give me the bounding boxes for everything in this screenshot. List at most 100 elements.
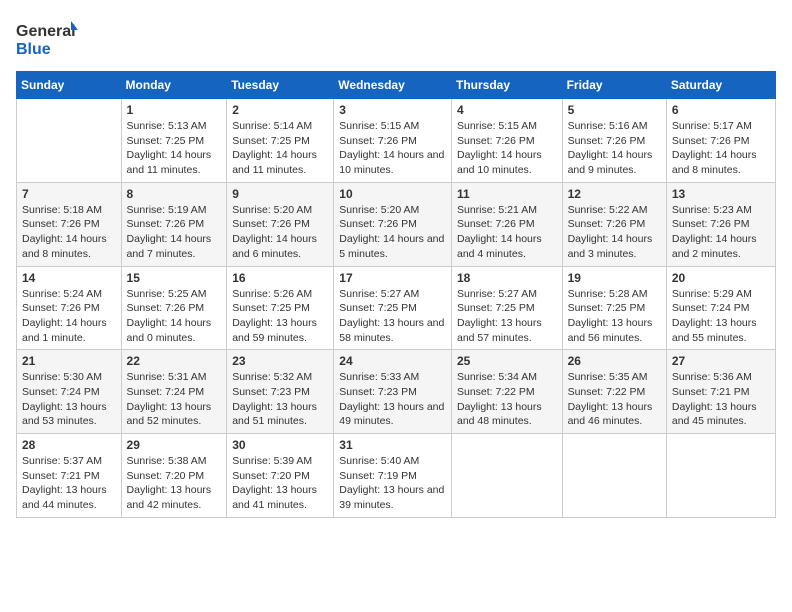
sunrise-label: Sunrise: 5:22 AM (568, 204, 648, 216)
weekday-header-wednesday: Wednesday (334, 72, 452, 99)
day-info: Sunrise: 5:31 AMSunset: 7:24 PMDaylight:… (127, 370, 222, 429)
day-number: 8 (127, 187, 222, 201)
daylight-label: Daylight: 13 hours and 42 minutes. (127, 484, 212, 511)
day-number: 4 (457, 103, 557, 117)
week-row-4: 21Sunrise: 5:30 AMSunset: 7:24 PMDayligh… (17, 350, 776, 434)
sunset-label: Sunset: 7:26 PM (457, 135, 535, 147)
daylight-label: Daylight: 13 hours and 49 minutes. (339, 401, 444, 428)
day-info: Sunrise: 5:15 AMSunset: 7:26 PMDaylight:… (457, 119, 557, 178)
day-cell: 21Sunrise: 5:30 AMSunset: 7:24 PMDayligh… (17, 350, 122, 434)
day-cell: 17Sunrise: 5:27 AMSunset: 7:25 PMDayligh… (334, 266, 452, 350)
day-number: 30 (232, 438, 328, 452)
day-number: 3 (339, 103, 446, 117)
daylight-label: Daylight: 14 hours and 10 minutes. (339, 149, 444, 176)
sunrise-label: Sunrise: 5:38 AM (127, 455, 207, 467)
sunset-label: Sunset: 7:26 PM (22, 218, 100, 230)
day-number: 28 (22, 438, 116, 452)
day-cell: 11 Sunrise: 5:21 AMSunset: 7:26 PMDayligh… (451, 182, 562, 266)
sunset-label: Sunset: 7:19 PM (339, 470, 417, 482)
sunset-label: Sunset: 7:20 PM (232, 470, 310, 482)
day-number: 31 (339, 438, 446, 452)
day-cell: 5Sunrise: 5:16 AMSunset: 7:26 PMDaylight… (562, 99, 666, 183)
day-cell (451, 434, 562, 518)
weekday-header-sunday: Sunday (17, 72, 122, 99)
sunset-label: Sunset: 7:25 PM (127, 135, 205, 147)
weekday-header-monday: Monday (121, 72, 227, 99)
daylight-label: Daylight: 14 hours and 5 minutes. (339, 233, 444, 260)
day-cell: 13Sunrise: 5:23 AMSunset: 7:26 PMDayligh… (666, 182, 775, 266)
sunset-label: Sunset: 7:26 PM (127, 302, 205, 314)
daylight-label: Daylight: 14 hours and 11 minutes. (127, 149, 212, 176)
day-info: Sunrise: 5:21 AMSunset: 7:26 PMDaylight:… (457, 203, 557, 262)
day-info: Sunrise: 5:22 AMSunset: 7:26 PMDaylight:… (568, 203, 661, 262)
sunset-label: Sunset: 7:21 PM (672, 386, 750, 398)
daylight-label: Daylight: 14 hours and 2 minutes. (672, 233, 757, 260)
daylight-label: Daylight: 13 hours and 59 minutes. (232, 317, 317, 344)
day-info: Sunrise: 5:30 AMSunset: 7:24 PMDaylight:… (22, 370, 116, 429)
sunrise-label: Sunrise: 5:21 AM (457, 204, 537, 216)
sunset-label: Sunset: 7:26 PM (568, 218, 646, 230)
day-info: Sunrise: 5:15 AM Sunset: 7:26 PM Daylight:… (339, 119, 446, 178)
daylight-label: Daylight: 14 hours and 1 minute. (22, 317, 107, 344)
day-cell: 30Sunrise: 5:39 AMSunset: 7:20 PMDayligh… (227, 434, 334, 518)
sunset-label: Sunset: 7:26 PM (339, 135, 417, 147)
page-header: GeneralBlue (16, 16, 776, 61)
sunset-label: Sunset: 7:25 PM (457, 302, 535, 314)
day-cell: 14Sunrise: 5:24 AMSunset: 7:26 PMDayligh… (17, 266, 122, 350)
day-number: 11 (457, 187, 557, 201)
day-cell: 15Sunrise: 5:25 AMSunset: 7:26 PMDayligh… (121, 266, 227, 350)
daylight-label: Daylight: 13 hours and 58 minutes. (339, 317, 444, 344)
day-info: Sunrise: 5:25 AMSunset: 7:26 PMDaylight:… (127, 287, 222, 346)
sunset-label: Sunset: 7:26 PM (568, 135, 646, 147)
week-row-5: 28Sunrise: 5:37 AMSunset: 7:21 PMDayligh… (17, 434, 776, 518)
day-cell: 9Sunrise: 5:20 AMSunset: 7:26 PMDaylight… (227, 182, 334, 266)
day-info: Sunrise: 5:35 AMSunset: 7:22 PMDaylight:… (568, 370, 661, 429)
sunset-label: Sunset: 7:24 PM (127, 386, 205, 398)
sunset-label: Sunset: 7:21 PM (22, 470, 100, 482)
day-number: 12 (568, 187, 661, 201)
sunset-label: Sunset: 7:26 PM (232, 218, 310, 230)
day-number: 18 (457, 271, 557, 285)
sunrise-label: Sunrise: 5:16 AM (568, 120, 648, 132)
sunrise-label: Sunrise: 5:26 AM (232, 288, 312, 300)
svg-text:Blue: Blue (16, 41, 51, 58)
day-cell: 1Sunrise: 5:13 AMSunset: 7:25 PMDaylight… (121, 99, 227, 183)
sunrise-label: Sunrise: 5:30 AM (22, 371, 102, 383)
day-cell: 10Sunrise: 5:20 AMSunset: 7:26 PMDayligh… (334, 182, 452, 266)
day-info: Sunrise: 5:23 AMSunset: 7:26 PMDaylight:… (672, 203, 770, 262)
day-info: Sunrise: 5:33 AMSunset: 7:23 PMDaylight:… (339, 370, 446, 429)
day-info: Sunrise: 5:18 AMSunset: 7:26 PMDaylight:… (22, 203, 116, 262)
day-info: Sunrise: 5:24 AMSunset: 7:26 PMDaylight:… (22, 287, 116, 346)
daylight-label: Daylight: 14 hours and 10 minutes. (457, 149, 542, 176)
day-number: 20 (672, 271, 770, 285)
sunrise-label: Sunrise: 5:34 AM (457, 371, 537, 383)
day-info: Sunrise: 5:27 AMSunset: 7:25 PMDaylight:… (339, 287, 446, 346)
daylight-label: Daylight: 13 hours and 44 minutes. (22, 484, 107, 511)
day-number: 29 (127, 438, 222, 452)
sunset-label: Sunset: 7:22 PM (568, 386, 646, 398)
sunset-label: Sunset: 7:26 PM (672, 218, 750, 230)
daylight-label: Daylight: 13 hours and 52 minutes. (127, 401, 212, 428)
daylight-label: Daylight: 14 hours and 11 minutes. (232, 149, 317, 176)
daylight-label: Daylight: 14 hours and 8 minutes. (672, 149, 757, 176)
weekday-header-saturday: Saturday (666, 72, 775, 99)
day-info: Sunrise: 5:17 AMSunset: 7:26 PMDaylight:… (672, 119, 770, 178)
sunset-label: Sunset: 7:22 PM (457, 386, 535, 398)
sunrise-label: Sunrise: 5:33 AM (339, 371, 419, 383)
day-info: Sunrise: 5:40 AMSunset: 7:19 PMDaylight:… (339, 454, 446, 513)
sunrise-label: Sunrise: 5:18 AM (22, 204, 102, 216)
day-info: Sunrise: 5:20 AMSunset: 7:26 PMDaylight:… (339, 203, 446, 262)
day-number: 16 (232, 271, 328, 285)
day-cell: 22Sunrise: 5:31 AMSunset: 7:24 PMDayligh… (121, 350, 227, 434)
sunrise-label: Sunrise: 5:17 AM (672, 120, 752, 132)
week-row-2: 7Sunrise: 5:18 AMSunset: 7:26 PMDaylight… (17, 182, 776, 266)
sunset-label: Sunset: 7:23 PM (232, 386, 310, 398)
sunrise-label: Sunrise: 5:24 AM (22, 288, 102, 300)
day-cell: 24Sunrise: 5:33 AMSunset: 7:23 PMDayligh… (334, 350, 452, 434)
sunrise-label: Sunrise: 5:28 AM (568, 288, 648, 300)
day-cell: 25Sunrise: 5:34 AMSunset: 7:22 PMDayligh… (451, 350, 562, 434)
daylight-label: Daylight: 13 hours and 53 minutes. (22, 401, 107, 428)
sunset-label: Sunset: 7:25 PM (232, 135, 310, 147)
day-cell: 20Sunrise: 5:29 AMSunset: 7:24 PMDayligh… (666, 266, 775, 350)
sunrise-label: Sunrise: 5:15 AM (339, 120, 419, 132)
